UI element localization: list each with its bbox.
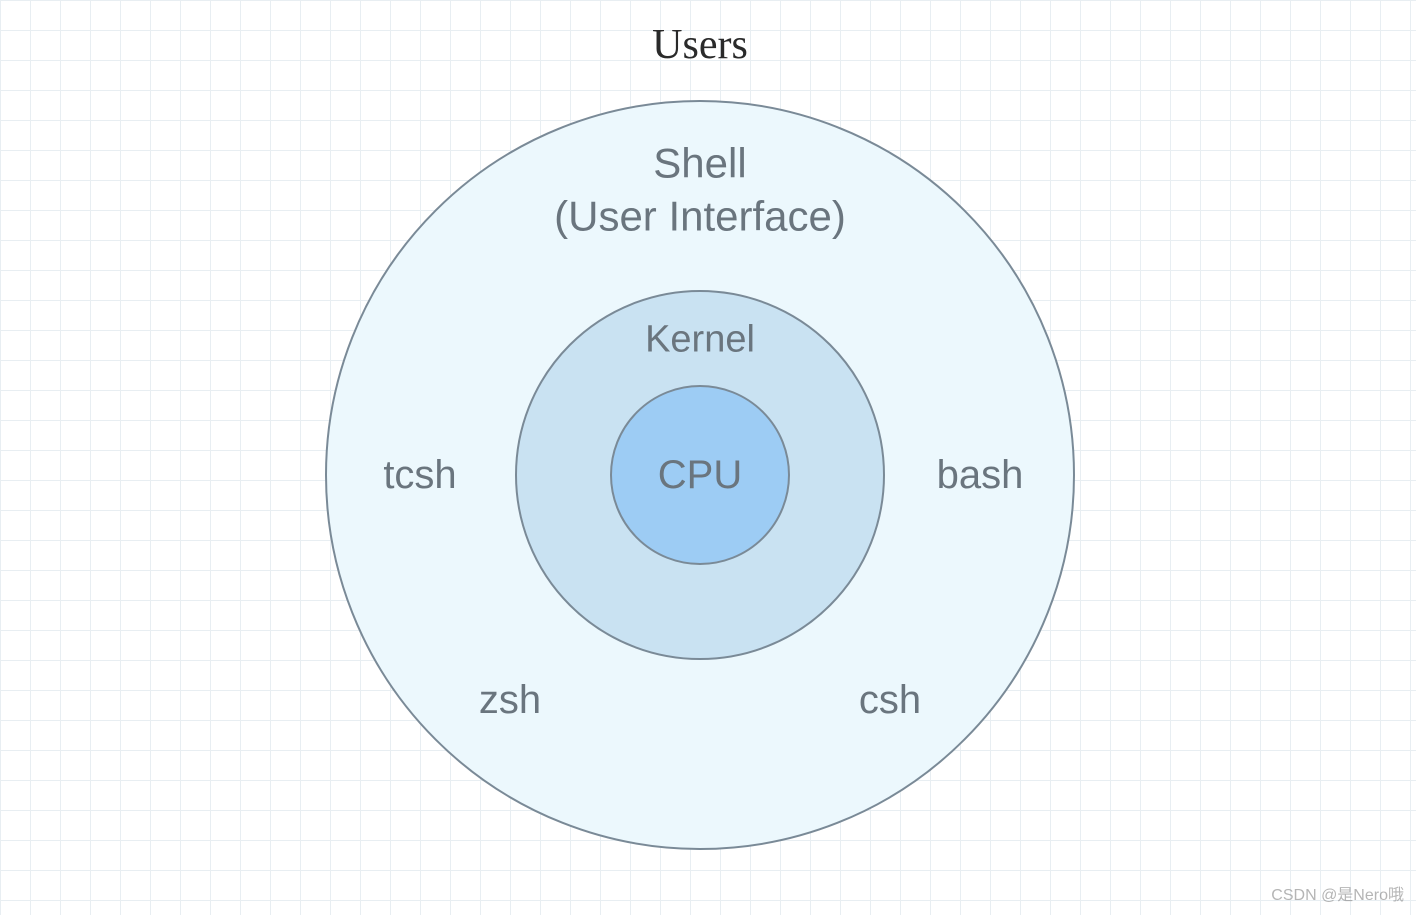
- shell-architecture-diagram: Users Shell (User Interface) Kernel CPU …: [0, 0, 1416, 915]
- shell-csh-label: csh: [859, 675, 921, 725]
- cpu-label: CPU: [658, 450, 742, 500]
- shell-tcsh-label: tcsh: [383, 450, 456, 500]
- shell-bash-label: bash: [937, 450, 1024, 500]
- shell-label-line1: Shell: [653, 140, 746, 187]
- shell-zsh-label: zsh: [479, 675, 541, 725]
- shell-label-line2: (User Interface): [554, 192, 846, 239]
- diagram-title: Users: [652, 21, 748, 69]
- watermark: CSDN @是Nero哦: [1271, 881, 1404, 905]
- kernel-label: Kernel: [645, 316, 755, 364]
- shell-label: Shell (User Interface): [554, 138, 846, 243]
